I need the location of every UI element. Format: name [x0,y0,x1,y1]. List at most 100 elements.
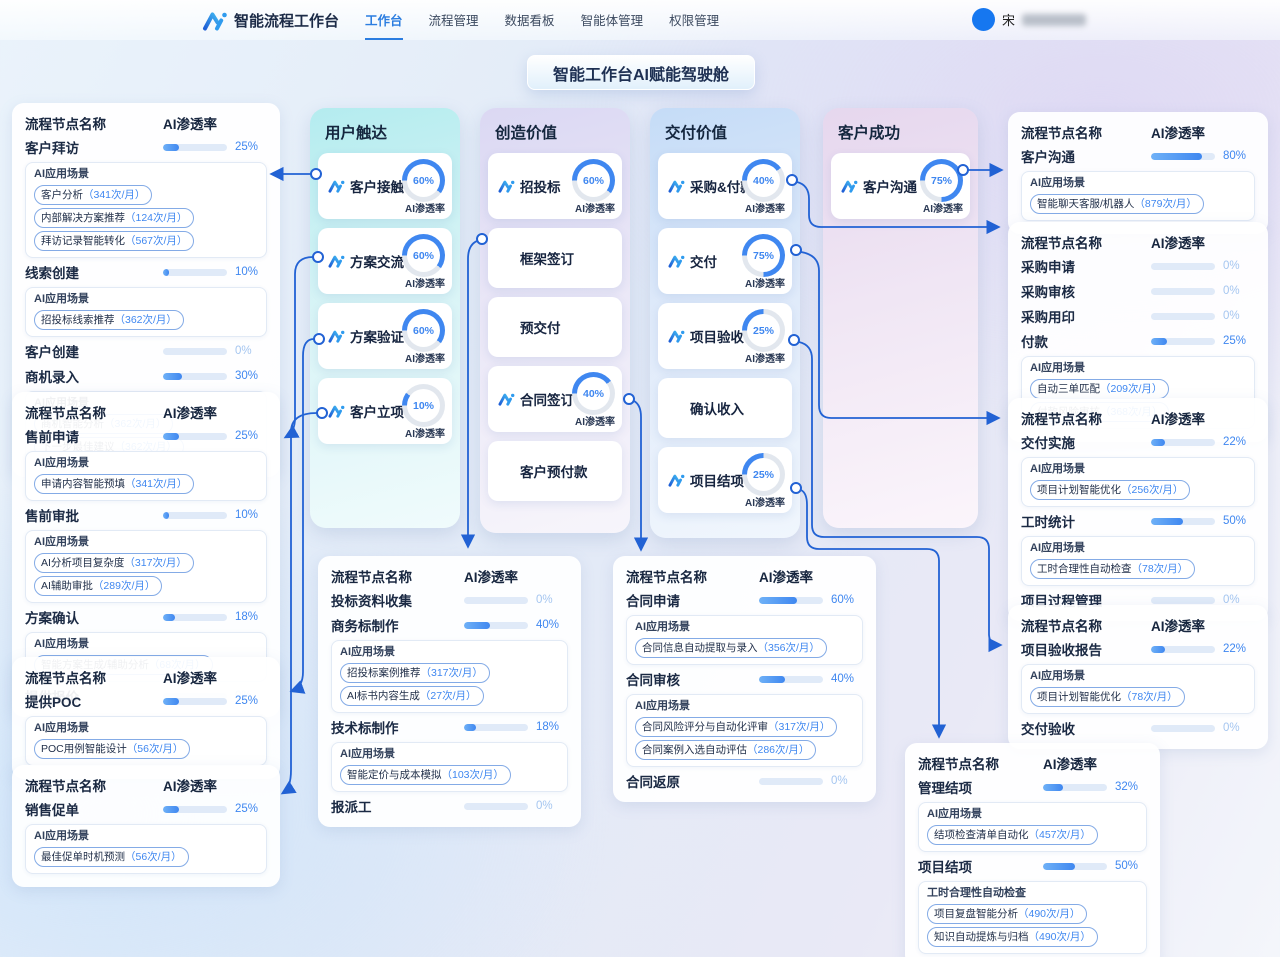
ai-scenario-label: AI应用场景 [34,167,258,182]
penetration-bar [759,778,823,785]
nav-item-4[interactable]: 权限管理 [669,0,719,40]
node-name: 合同审核 [626,669,759,689]
penetration-value: 60% [831,594,863,606]
ai-scenario-tag[interactable]: 招投标线索推荐（362次/月） [34,310,184,330]
ai-scenario-label: AI应用场景 [34,721,258,736]
penetration-donut: 75% [920,159,963,202]
user-avatar[interactable] [972,8,995,31]
penetration-donut: 40% [742,159,785,202]
penetration-donut: 25% [742,309,785,352]
ai-scenario-tag[interactable]: POC用例智能设计（56次/月） [34,739,190,759]
process-node-card[interactable]: 框架签订 [488,228,622,288]
ai-icon [328,254,345,268]
col-penetration: AI渗透率 [759,566,863,586]
ai-scenario-box: AI应用场景 智能聊天客服/机器人（879次/月） [1021,171,1255,221]
stage-title: 客户成功 [838,121,970,143]
ai-scenario-tag[interactable]: 智能聊天客服/机器人（879次/月） [1030,194,1204,214]
ai-icon [668,254,685,268]
ai-scenario-tag[interactable]: 项目复盘智能分析（490次/月） [927,904,1087,924]
ai-scenario-box: AI应用场景 申请内容智能预填（341次/月） [25,451,267,501]
ai-scenario-tag[interactable]: 合同风险评分与自动化评审（317次/月） [635,717,837,737]
node-name: 项目结项 [690,470,744,490]
process-node-card[interactable]: 项目验收 25% AI渗透率 [658,303,792,369]
ai-scenario-tag[interactable]: 申请内容智能预填（341次/月） [34,474,194,494]
user-account[interactable]: 宋 [972,8,1086,31]
ai-scenario-tag[interactable]: AI辅助审批（289次/月） [34,576,162,596]
connector-contract-sign-to-contract-card [634,401,641,549]
nav-item-3[interactable]: 智能体管理 [581,0,644,40]
card-header: 流程节点名称 AI渗透率 [25,402,267,422]
ai-scenario-tag[interactable]: 招投标案例推荐（317次/月） [340,663,490,683]
ai-scenario-tag[interactable]: 合同信息自动提取与录入（356次/月） [635,638,827,658]
ai-scenario-tags: 招投标线索推荐（362次/月） [34,307,258,330]
process-node-card[interactable]: 确认收入 [658,378,792,438]
process-node-card[interactable]: 招投标 60% AI渗透率 [488,153,622,219]
stage-title: 交付价值 [665,121,792,143]
ai-scenario-tag[interactable]: 拜访记录智能转化（567次/月） [34,231,194,251]
ai-scenario-tag[interactable]: 自动三单匹配（209次/月） [1030,379,1169,399]
nav-item-1[interactable]: 流程管理 [429,0,479,40]
card-header: 流程节点名称 AI渗透率 [25,667,267,687]
nav-item-0[interactable]: 工作台 [365,0,403,40]
ai-scenario-tag[interactable]: 项目计划智能优化（256次/月） [1030,480,1190,500]
process-detail-card-delivery: 流程节点名称 AI渗透率 交付实施 22% AI应用场景 项目计划智能优化（25… [1008,398,1268,621]
ai-scenario-box: AI应用场景 招投标案例推荐（317次/月）AI标书内容生成（27次/月） [331,640,568,713]
connector-bidding-to-bid-card [468,241,477,546]
col-node-name: 流程节点名称 [25,667,106,687]
donut-caption: AI渗透率 [575,413,615,428]
node-name: 方案确认 [25,607,163,627]
ai-scenario-tag[interactable]: 最佳促单时机预测（56次/月） [34,847,189,867]
process-node-card[interactable]: 方案验证 60% AI渗透率 [318,303,452,369]
ai-scenario-label: AI应用场景 [34,637,258,652]
process-node-card[interactable]: 客户立项 10% AI渗透率 [318,378,452,444]
col-node-name: 流程节点名称 [25,402,106,422]
process-node-card[interactable]: 预交付 [488,297,622,357]
process-node-row: 交付实施 22% [1021,431,1255,453]
donut-value: 40% [747,164,780,197]
col-penetration: AI渗透率 [163,775,267,795]
process-node-card[interactable]: 客户沟通 75% AI渗透率 [831,153,970,219]
penetration-bar [163,698,227,705]
process-node-card[interactable]: 合同签订 40% AI渗透率 [488,366,622,432]
nav-item-2[interactable]: 数据看板 [505,0,555,40]
ai-scenario-tag[interactable]: 项目计划智能优化（78次/月） [1030,687,1185,707]
card-header: 流程节点名称 AI渗透率 [626,566,863,586]
ai-scenario-box: AI应用场景 招投标线索推荐（362次/月） [25,287,267,337]
process-node-card[interactable]: 客户接触 60% AI渗透率 [318,153,452,219]
stage-column-customer-success: 客户成功 客户沟通 75% AI渗透率 [823,108,978,528]
ai-scenario-tag[interactable]: AI标书内容生成（27次/月） [340,686,484,706]
process-node-card[interactable]: 项目结项 25% AI渗透率 [658,447,792,513]
ai-scenario-tag[interactable]: 智能定价与成本模拟（103次/月） [340,765,511,785]
ai-scenario-tag[interactable]: 知识自动提炼与归档（490次/月） [927,927,1098,947]
donut-caption: AI渗透率 [405,425,445,440]
col-node-name: 流程节点名称 [1021,408,1102,428]
process-node-row: 工时统计 50% [1021,510,1255,532]
stage-title: 创造价值 [495,121,622,143]
ai-scenario-tag[interactable]: 合同案例入选自动评估（286次/月） [635,740,816,760]
ai-scenario-tags: 最佳促单时机预测（56次/月） [34,844,258,867]
card-header: 流程节点名称 AI渗透率 [331,566,568,586]
process-node-card[interactable]: 采购&付款 40% AI渗透率 [658,153,792,219]
process-node-card[interactable]: 客户预付款 [488,441,622,501]
process-node-card[interactable]: 交付 75% AI渗透率 [658,228,792,294]
ai-scenario-label: AI应用场景 [340,747,559,762]
process-node-row: 提供POC 25% [25,690,267,712]
donut-caption: AI渗透率 [405,275,445,290]
ai-scenario-tag[interactable]: AI分析项目复杂度（317次/月） [34,553,194,573]
ai-scenario-label: AI应用场景 [1030,176,1246,191]
ai-scenario-box: AI应用场景 项目计划智能优化（256次/月） [1021,457,1255,507]
ai-scenario-tag[interactable]: 客户分析（341次/月） [34,185,152,205]
penetration-value: 0% [1223,285,1255,297]
penetration-bar [163,144,227,151]
node-name: 商务标制作 [331,615,464,635]
node-name: 框架签订 [520,248,574,268]
penetration-bar [464,724,528,731]
ai-scenario-tag[interactable]: 工时合理性自动检查（78次/月） [1030,559,1195,579]
penetration-value: 25% [235,695,267,707]
node-name: 确认收入 [690,398,744,418]
ai-scenario-tag[interactable]: 内部解决方案推荐（124次/月） [34,208,194,228]
node-name: 线索创建 [25,262,163,282]
ai-scenario-tag[interactable]: 结项检查清单自动化（457次/月） [927,825,1098,845]
process-node-card[interactable]: 方案交流 60% AI渗透率 [318,228,452,294]
ai-icon [841,179,858,193]
